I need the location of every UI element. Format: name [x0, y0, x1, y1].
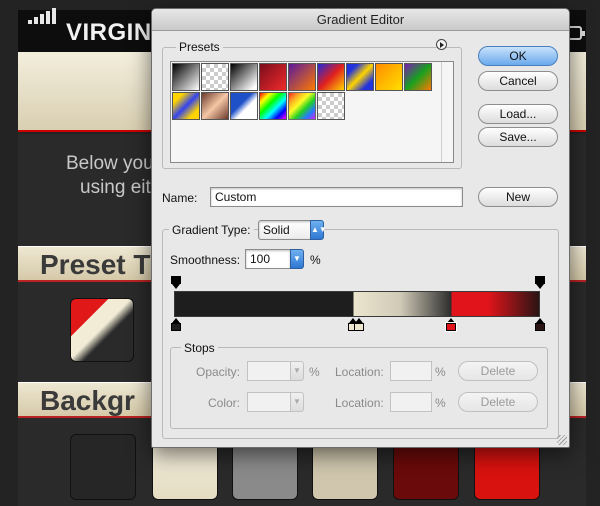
color-label: Color: [208, 396, 241, 410]
preset-swatch[interactable] [288, 63, 316, 91]
preset-swatch[interactable] [259, 92, 287, 120]
color-stop-cream-2[interactable] [354, 318, 364, 331]
opacity-location-percent: % [435, 365, 446, 379]
name-field[interactable]: Custom [210, 187, 463, 207]
color-location-field [390, 392, 432, 412]
smoothness-field[interactable]: 100 [245, 249, 291, 269]
opacity-field [247, 361, 291, 381]
presets-label: Presets [176, 40, 223, 54]
color-location-label: Location: [335, 396, 384, 410]
delete-opacity-stop-button[interactable]: Delete [458, 361, 538, 381]
presets-scrollbar[interactable] [441, 62, 453, 162]
intro-line-2: using eit [80, 177, 151, 198]
carrier-name: VIRGIN [66, 19, 152, 46]
gradient-editor-dialog: Gradient Editor Presets OK Cancel Load..… [151, 8, 570, 448]
background-swatch-dark[interactable] [70, 434, 136, 500]
gradient-type-select[interactable]: Solid [258, 220, 316, 240]
opacity-stop-left[interactable] [171, 276, 181, 289]
color-stop-right[interactable] [535, 318, 545, 331]
intro-text: Below you using eit [66, 152, 154, 200]
save-button[interactable]: Save... [478, 127, 558, 147]
preset-swatch[interactable] [172, 63, 200, 91]
opacity-label: Opacity: [196, 365, 241, 379]
color-stop-red[interactable] [445, 318, 457, 332]
stops-group [170, 347, 548, 429]
cancel-button[interactable]: Cancel [478, 71, 558, 91]
dialog-titlebar[interactable]: Gradient Editor [152, 9, 569, 31]
presets-list [170, 61, 454, 163]
opacity-percent: % [309, 365, 320, 379]
load-button[interactable]: Load... [478, 104, 558, 124]
preset-swatch[interactable] [201, 92, 229, 120]
smoothness-percent: % [310, 253, 321, 267]
opacity-stop-right[interactable] [535, 276, 545, 289]
dialog-title: Gradient Editor [316, 12, 405, 27]
name-label: Name: [162, 191, 198, 205]
preset-swatch[interactable] [288, 92, 316, 120]
gradient-type-label: Gradient Type: [169, 223, 254, 237]
preset-swatch[interactable] [317, 63, 345, 91]
preset-swatch[interactable] [404, 63, 432, 91]
smoothness-label: Smoothness: [170, 253, 241, 267]
delete-color-stop-button[interactable]: Delete [458, 392, 538, 412]
preset-swatch[interactable] [201, 63, 229, 91]
gradient-preview-bar[interactable] [174, 291, 540, 317]
opacity-location-field [390, 361, 432, 381]
chevron-down-icon: ▼ [290, 361, 304, 381]
resize-grip-icon[interactable] [557, 435, 567, 445]
preset-swatch[interactable] [172, 92, 200, 120]
new-button[interactable]: New [478, 187, 558, 207]
preset-swatch[interactable] [317, 92, 345, 120]
ok-button[interactable]: OK [478, 46, 558, 66]
color-well [247, 392, 291, 412]
color-stop-dark[interactable] [171, 318, 181, 331]
stops-label: Stops [181, 341, 218, 355]
section-title-preset: Preset T [40, 249, 151, 280]
section-title-background: Backgr [40, 385, 135, 416]
chevron-down-icon: ▼ [290, 392, 304, 412]
preset-swatch[interactable] [230, 92, 258, 120]
chevron-down-icon[interactable]: ▼ [290, 249, 304, 269]
preset-swatch[interactable] [375, 63, 403, 91]
preset-swatch[interactable] [230, 63, 258, 91]
chevron-updown-icon[interactable]: ▲▼ [310, 220, 327, 240]
preset-swatch[interactable] [259, 63, 287, 91]
color-location-percent: % [435, 396, 446, 410]
intro-line-1: Below you [66, 153, 154, 174]
opacity-location-label: Location: [335, 365, 384, 379]
circle-arrow-icon[interactable] [436, 39, 447, 50]
preset-swatch[interactable] [346, 63, 374, 91]
preset-tile[interactable] [70, 298, 134, 362]
